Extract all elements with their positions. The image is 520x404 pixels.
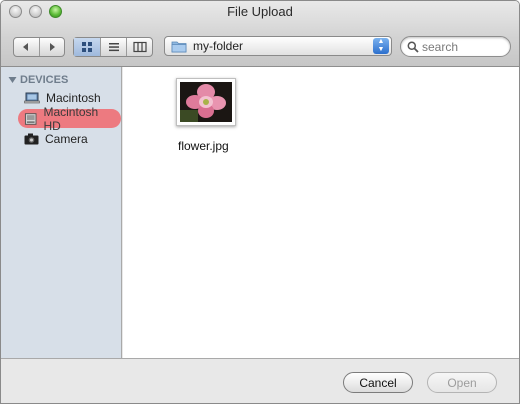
sidebar: DEVICES Macintosh Macintosh HD Camera <box>1 67 122 358</box>
list-view-button[interactable] <box>100 38 126 56</box>
sidebar-item-label: Camera <box>45 131 88 146</box>
location-label: my-folder <box>193 39 244 53</box>
open-button[interactable]: Open <box>427 372 497 393</box>
sidebar-item-label: Macintosh <box>46 90 101 105</box>
file-upload-dialog: File Upload my-folder ▲ ▼ search DEVICES… <box>0 0 520 404</box>
toolbar: File Upload my-folder ▲ ▼ search <box>1 1 519 67</box>
view-mode-control <box>73 37 153 57</box>
file-item-name[interactable]: flower.jpg <box>178 139 229 153</box>
icon-view-icon <box>82 42 92 52</box>
popup-arrows-icon: ▲ ▼ <box>373 38 389 54</box>
window-title: File Upload <box>227 4 293 19</box>
dialog-footer: Cancel Open <box>1 358 519 403</box>
camera-icon <box>24 133 39 144</box>
column-view-icon <box>132 41 147 53</box>
back-button[interactable] <box>14 38 39 56</box>
file-item-thumbnail[interactable] <box>176 78 236 126</box>
laptop-icon <box>24 92 40 103</box>
search-input[interactable] <box>422 39 502 54</box>
sidebar-item-camera[interactable]: Camera <box>18 129 93 148</box>
location-popup[interactable]: my-folder ▲ ▼ <box>164 36 392 56</box>
forward-button[interactable] <box>38 38 64 56</box>
column-view-button[interactable] <box>126 38 152 56</box>
sidebar-item-macintosh-hd[interactable]: Macintosh HD <box>18 105 121 133</box>
forward-arrow-icon <box>49 43 55 51</box>
search-icon <box>407 41 419 53</box>
file-browser: flower.jpg <box>123 67 519 358</box>
back-arrow-icon <box>23 43 29 51</box>
section-title: DEVICES <box>20 74 69 86</box>
cancel-button[interactable]: Cancel <box>343 372 413 393</box>
hard-drive-icon <box>24 112 37 125</box>
navigation-buttons <box>13 37 65 57</box>
list-view-icon <box>108 43 119 52</box>
disclosure-triangle-icon <box>8 77 17 83</box>
icon-view-button[interactable] <box>74 38 100 56</box>
folder-icon <box>171 41 187 52</box>
search-field <box>400 36 511 57</box>
devices-section-header[interactable]: DEVICES <box>8 74 68 86</box>
flower-image-icon <box>180 82 232 122</box>
